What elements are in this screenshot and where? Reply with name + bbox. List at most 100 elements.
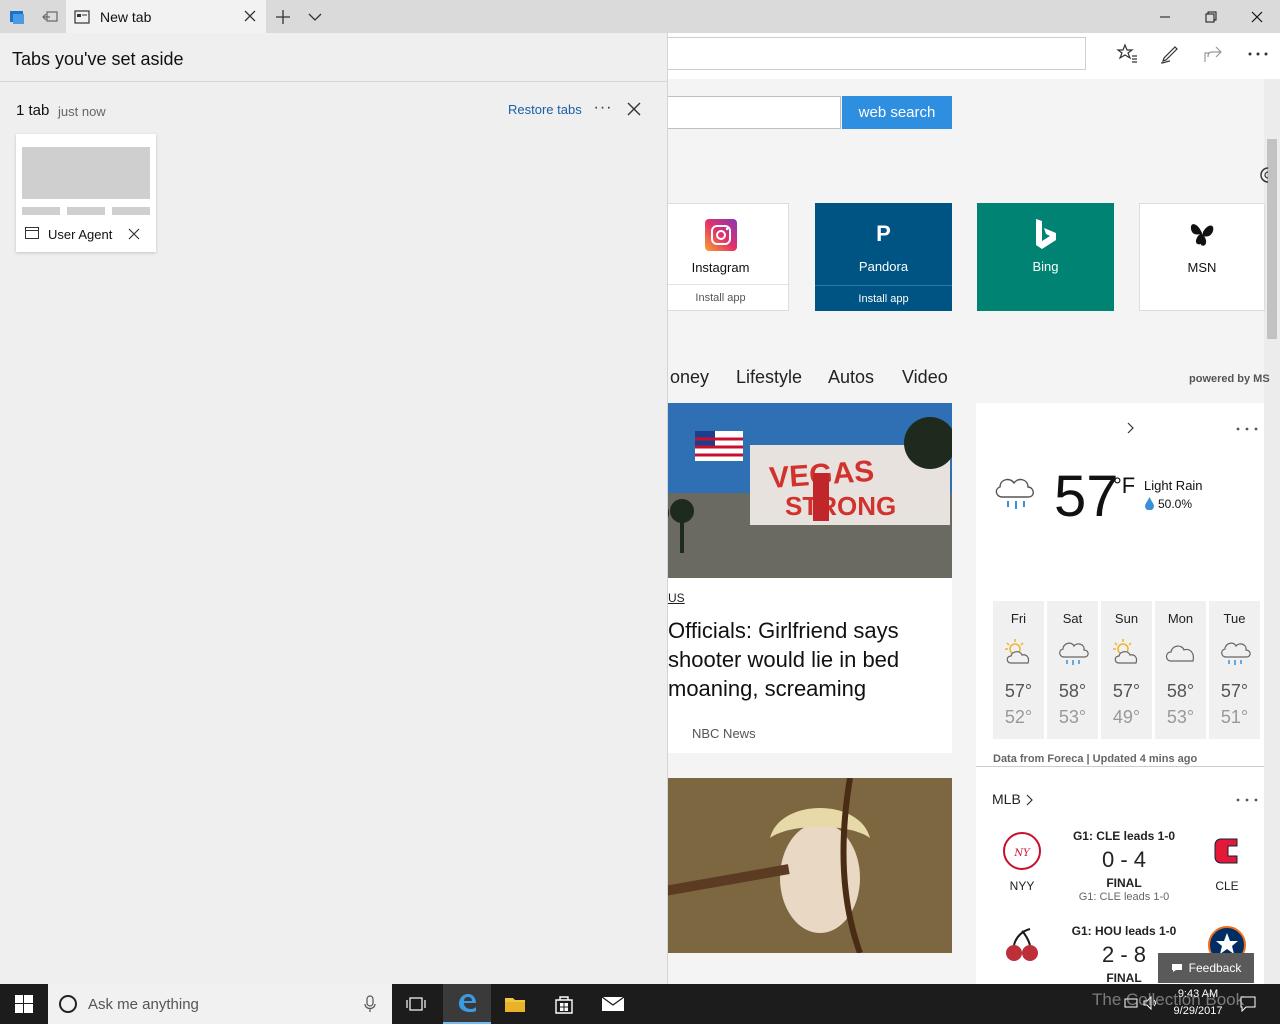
nav-money[interactable]: oney: [670, 367, 709, 388]
forecast-day[interactable]: Mon 58° 53°: [1155, 601, 1206, 739]
mlb-title[interactable]: MLB: [992, 791, 1021, 807]
file-explorer-icon[interactable]: [491, 984, 539, 1024]
set-aside-tab-thumbnail[interactable]: User Agent: [16, 134, 156, 252]
day-high: 58°: [1166, 681, 1195, 701]
cortana-icon: [59, 995, 77, 1013]
mail-icon[interactable]: [589, 984, 637, 1024]
forecast-day[interactable]: Tue 57° 51°: [1209, 601, 1260, 739]
install-app-link[interactable]: Install app: [653, 284, 788, 310]
taskbar: Ask me anything 9:43 AM 9/29/2017: [0, 984, 1280, 1024]
powered-by-msn: powered by MS: [1189, 373, 1270, 385]
feedback-button[interactable]: Feedback: [1158, 953, 1254, 983]
current-temperature: 57: [1054, 464, 1119, 529]
more-options-icon[interactable]: ···: [592, 97, 614, 119]
news-category[interactable]: US: [668, 591, 685, 605]
web-search-button[interactable]: web search: [842, 96, 952, 129]
scrollbar[interactable]: [1264, 79, 1280, 984]
weather-card[interactable]: 57 °F Light Rain 50.0% Fri 57° 52° Sat 5…: [976, 403, 1264, 773]
more-actions-icon[interactable]: [1245, 41, 1271, 67]
tile-msn[interactable]: MSN: [1139, 203, 1265, 311]
web-note-pen-icon[interactable]: [1157, 41, 1183, 67]
day-high: 58°: [1058, 681, 1087, 701]
nav-video[interactable]: Video: [902, 367, 948, 388]
scroll-thumb[interactable]: [1267, 139, 1277, 339]
tabs-aside-icon[interactable]: [0, 0, 33, 33]
tile-instagram[interactable]: Instagram Install app: [652, 203, 789, 311]
tabs-set-aside-panel: Tabs you've set aside 1 tab just now Res…: [0, 33, 668, 984]
rain-cloud-icon: [995, 478, 1034, 509]
cloud-icon: [1165, 645, 1194, 662]
day-name: Mon: [1167, 611, 1194, 626]
forecast-day[interactable]: Sun 57° 49°: [1101, 601, 1152, 739]
minimize-button[interactable]: [1142, 0, 1188, 33]
close-tab-icon[interactable]: [242, 8, 258, 24]
day-name: Tue: [1223, 611, 1246, 626]
install-app-link[interactable]: Install app: [815, 285, 952, 311]
news-headline[interactable]: Officials: Girlfriend says shooter would…: [668, 616, 952, 703]
more-options-icon[interactable]: [1236, 427, 1258, 431]
nav-lifestyle[interactable]: Lifestyle: [736, 367, 802, 388]
tab-new-tab[interactable]: New tab: [66, 0, 266, 33]
bing-icon: [1029, 217, 1063, 251]
team-home: NYY: [1009, 879, 1035, 893]
day-low: 52°: [1004, 707, 1033, 727]
more-options-icon[interactable]: [1236, 798, 1258, 802]
restore-tabs-link[interactable]: Restore tabs: [508, 102, 582, 117]
rain-cloud-icon: [1059, 642, 1089, 665]
game-status: G1: CLE leads 1-0: [1072, 829, 1176, 843]
task-view-icon[interactable]: [392, 984, 440, 1024]
tile-label: MSN: [1187, 260, 1217, 275]
close-icon[interactable]: [128, 228, 140, 240]
store-icon[interactable]: [540, 984, 588, 1024]
day-high: 57°: [1220, 681, 1249, 701]
start-button[interactable]: [0, 984, 48, 1024]
close-window-button[interactable]: [1234, 0, 1280, 33]
share-icon[interactable]: [1200, 41, 1226, 67]
day-high: 57°: [1004, 681, 1033, 701]
address-bar[interactable]: [600, 37, 1086, 70]
news-source: NBC News: [668, 726, 756, 741]
day-low: 51°: [1220, 707, 1249, 727]
feedback-label: Feedback: [1188, 961, 1242, 975]
yankees-logo-icon: NY: [1003, 832, 1041, 870]
tab-title: New tab: [100, 8, 152, 25]
temperature-unit[interactable]: °F: [1113, 473, 1135, 499]
raindrop-icon: [1145, 497, 1154, 510]
mlb-card[interactable]: MLB NY NYY G1: CLE leads 1-0 0 - 4 FINAL…: [976, 766, 1264, 984]
msn-butterfly-icon: [1185, 218, 1219, 252]
tile-pandora[interactable]: P Pandora Install app: [815, 203, 952, 311]
forecast-day[interactable]: Sat 58° 53°: [1047, 601, 1098, 739]
weather-source: Data from Foreca | Updated 4 mins ago: [993, 753, 1198, 765]
tile-label: Instagram: [691, 260, 750, 275]
page-icon: [74, 9, 90, 24]
red-sox-logo-icon: [1006, 928, 1038, 961]
instagram-icon: [704, 218, 738, 252]
chevron-right-icon[interactable]: [1026, 794, 1034, 806]
group-timestamp: just now: [58, 104, 106, 119]
panel-title: Tabs you've set aside: [12, 49, 184, 69]
microphone-icon[interactable]: [364, 995, 376, 1013]
new-tab-icon[interactable]: [270, 0, 296, 33]
precipitation: 50.0%: [1158, 497, 1193, 511]
restore-button[interactable]: [1188, 0, 1234, 33]
windows-logo-icon: [15, 995, 33, 1013]
favorites-star-icon[interactable]: [1114, 41, 1140, 67]
tab-preview-chevron-icon[interactable]: [302, 0, 328, 33]
pandora-icon: P: [876, 221, 891, 246]
close-icon[interactable]: [626, 101, 642, 117]
thumbnail-placeholder: [22, 207, 60, 215]
nav-autos[interactable]: Autos: [828, 367, 874, 388]
gear-icon[interactable]: [1254, 165, 1268, 185]
title-bar: New tab: [0, 0, 1280, 33]
forecast-day[interactable]: Fri 57° 52°: [993, 601, 1044, 739]
set-tabs-aside-icon[interactable]: [33, 0, 66, 33]
cortana-search-box[interactable]: Ask me anything: [48, 984, 392, 1024]
search-placeholder: Ask me anything: [88, 995, 199, 1013]
chevron-right-icon[interactable]: [1126, 422, 1136, 434]
edge-taskbar-icon[interactable]: [443, 984, 491, 1024]
svg-text:NY: NY: [1013, 848, 1031, 859]
tile-bing[interactable]: Bing: [977, 203, 1114, 311]
indians-logo-icon: [1214, 838, 1238, 864]
chat-bubble-icon: [1171, 964, 1182, 972]
svg-text:STRONG: STRONG: [785, 491, 896, 521]
